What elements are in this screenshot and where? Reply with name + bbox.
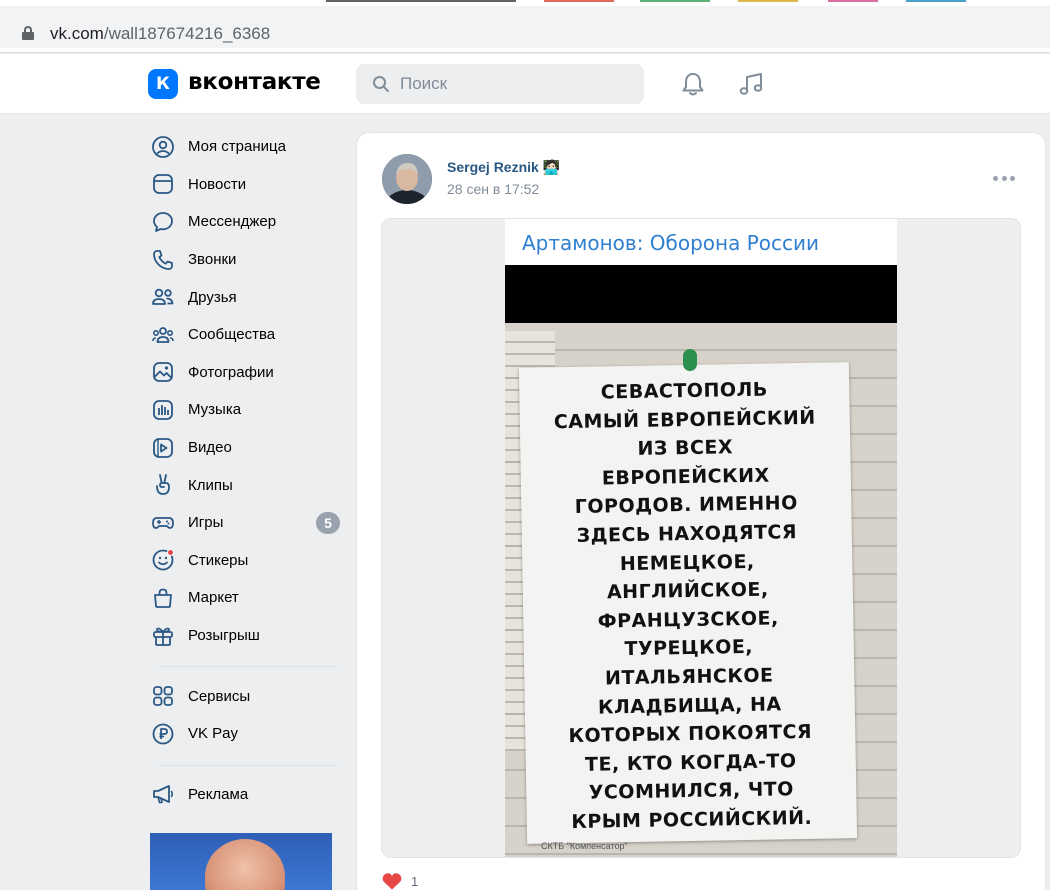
search-icon — [373, 76, 389, 92]
sidebar-item-label: Сообщества — [188, 326, 276, 344]
sidebar-item-label: Стикеры — [188, 551, 249, 569]
vk-wordmark[interactable]: вконтакте — [188, 69, 321, 95]
gift-icon — [153, 627, 173, 646]
author-status-emoji: 🧑🏻‍💻 — [542, 160, 561, 176]
megaphone-icon — [153, 785, 174, 804]
image-channel-title: Артамонов: Оборона России — [505, 219, 897, 265]
author-name-text: Sergej Reznik — [447, 159, 539, 175]
post-author-name[interactable]: Sergej Reznik 🧑🏻‍💻 — [447, 159, 560, 176]
profile-icon — [152, 135, 174, 158]
post-image-container[interactable]: Артамонов: Оборона России СЕВАСТОПОЛЬ СА… — [381, 218, 1021, 858]
sidebar-item-label: Мессенджер — [188, 213, 277, 231]
pushpin-icon — [683, 349, 697, 371]
messenger-icon — [153, 212, 173, 232]
stickers-icon — [152, 549, 174, 571]
sidebar-item-label: Игры — [188, 514, 224, 532]
sidebar-item-messenger[interactable]: Мессенджер — [148, 203, 348, 241]
wall-post: Sergej Reznik 🧑🏻‍💻 28 сен в 17:52 Артамон… — [357, 133, 1045, 890]
image-sign-paper: СЕВАСТОПОЛЬ САМЫЙ ЕВРОПЕЙСКИЙ ИЗ ВСЕХ ЕВ… — [518, 362, 858, 844]
author-avatar[interactable] — [382, 154, 432, 204]
left-sidebar: Моя страница Новости Мессенджер Звонки Д… — [148, 128, 348, 813]
image-black-band — [505, 265, 897, 323]
avatar-photo — [382, 154, 432, 204]
tab-strip — [0, 0, 1050, 3]
communities-icon — [152, 326, 174, 343]
market-icon — [154, 588, 172, 608]
image-footer-tag: СКТБ "Компенсатор" — [541, 841, 628, 851]
sidebar-item-services[interactable]: Сервисы — [148, 677, 348, 715]
services-icon — [153, 686, 173, 707]
clips-icon — [156, 474, 170, 496]
sidebar-item-stickers[interactable]: Стикеры — [148, 542, 348, 580]
music-icon — [153, 400, 173, 420]
phone-icon — [153, 249, 173, 270]
sidebar-item-label: Реклама — [188, 785, 249, 803]
url-host: vk.com — [50, 24, 104, 43]
games-count-badge: 5 — [316, 511, 340, 534]
games-icon — [152, 516, 174, 529]
sidebar-item-label: Звонки — [188, 251, 237, 269]
search-box[interactable] — [356, 64, 644, 104]
address-bar[interactable]: vk.com/wall187674216_6368 — [0, 6, 1050, 48]
more-options-icon[interactable] — [993, 173, 1015, 185]
sidebar-item-giveaway[interactable]: Розыгрыш — [148, 617, 348, 655]
heart-icon — [382, 873, 402, 890]
video-icon — [153, 437, 173, 458]
sidebar-item-label: Моя страница — [188, 138, 286, 156]
sidebar-item-vkpay[interactable]: VK Pay — [148, 715, 348, 753]
post-image[interactable]: Артамонов: Оборона России СЕВАСТОПОЛЬ СА… — [505, 219, 897, 857]
sidebar-item-label: Розыгрыш — [188, 627, 260, 645]
sidebar-item-music[interactable]: Музыка — [148, 391, 348, 429]
lock-icon[interactable] — [22, 26, 34, 40]
sidebar-item-label: Сервисы — [188, 687, 251, 705]
sidebar-item-photos[interactable]: Фотографии — [148, 354, 348, 392]
sidebar-item-label: Фотографии — [188, 363, 274, 381]
sidebar-item-ads[interactable]: Реклама — [148, 776, 348, 814]
sidebar-item-market[interactable]: Маркет — [148, 579, 348, 617]
like-button[interactable]: 1 — [381, 871, 418, 890]
sidebar-item-label: Маркет — [188, 589, 239, 607]
sidebar-item-label: Клипы — [188, 476, 233, 494]
sidebar-item-calls[interactable]: Звонки — [148, 241, 348, 279]
post-date[interactable]: 28 сен в 17:52 — [447, 181, 539, 197]
bell-icon[interactable] — [678, 69, 708, 99]
vk-logo-icon[interactable]: К — [148, 69, 178, 99]
browser-toolbar: vk.com/wall187674216_6368 — [0, 0, 1050, 53]
sidebar-item-my-page[interactable]: Моя страница — [148, 128, 348, 166]
sidebar-ad-banner[interactable] — [150, 833, 332, 890]
url-path: /wall187674216_6368 — [103, 24, 271, 43]
sidebar-item-games[interactable]: Игры 5 — [148, 504, 348, 542]
sidebar-divider — [158, 764, 338, 766]
image-sign-text: СЕВАСТОПОЛЬ САМЫЙ ЕВРОПЕЙСКИЙ ИЗ ВСЕХ ЕВ… — [553, 378, 816, 833]
vk-header: К вконтакте — [0, 54, 1050, 114]
photos-icon — [153, 362, 173, 383]
search-input[interactable] — [400, 72, 630, 96]
sidebar-item-friends[interactable]: Друзья — [148, 278, 348, 316]
sidebar-item-label: Новости — [188, 175, 247, 193]
sidebar-item-label: Музыка — [188, 401, 242, 419]
sidebar-item-label: Видео — [188, 439, 232, 457]
vkpay-icon — [152, 723, 174, 745]
news-icon — [153, 174, 173, 195]
url-text[interactable]: vk.com/wall187674216_6368 — [50, 24, 270, 44]
sidebar-item-news[interactable]: Новости — [148, 166, 348, 204]
sidebar-item-label: VK Pay — [188, 725, 239, 743]
sidebar-item-label: Друзья — [188, 288, 237, 306]
music-icon[interactable] — [736, 69, 766, 99]
friends-icon — [152, 288, 174, 306]
like-count: 1 — [411, 873, 419, 889]
ad-banner-photo — [205, 839, 285, 890]
sidebar-item-communities[interactable]: Сообщества — [148, 316, 348, 354]
sidebar-item-clips[interactable]: Клипы — [148, 466, 348, 504]
sidebar-divider — [158, 666, 338, 668]
sidebar-item-video[interactable]: Видео — [148, 429, 348, 467]
